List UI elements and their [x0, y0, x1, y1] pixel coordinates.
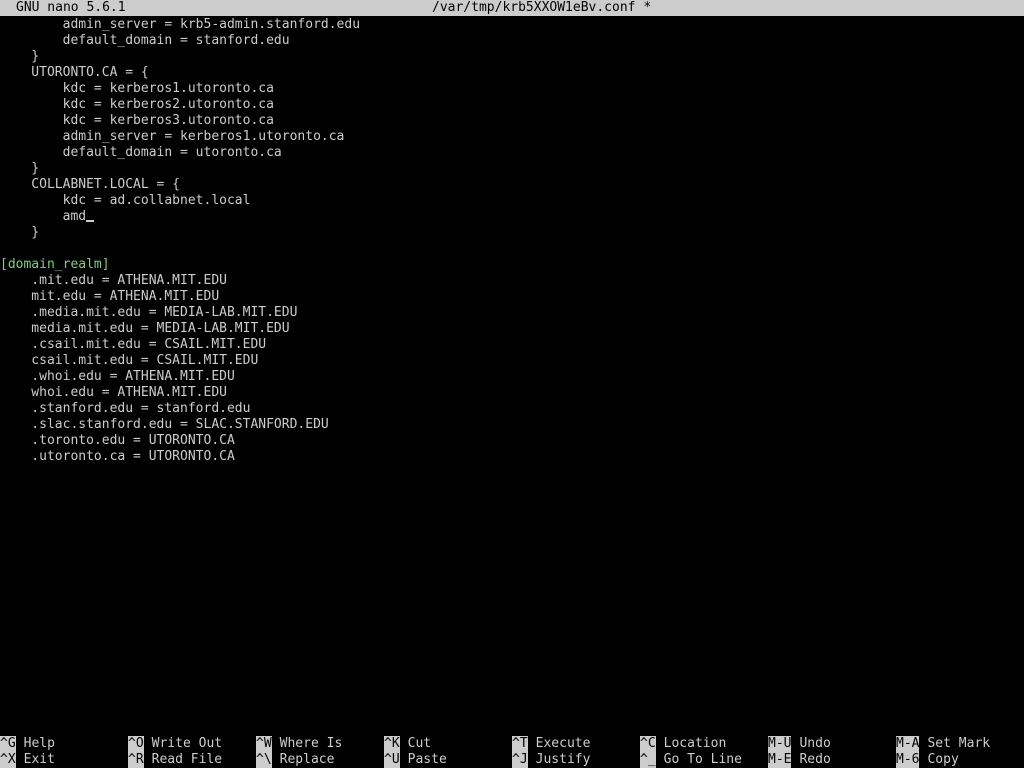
editor-line[interactable]: kdc = ad.collabnet.local: [0, 193, 251, 209]
file-name: /var/tmp/krb5XXOW1eBv.conf *: [432, 0, 652, 15]
shortcut-justify[interactable]: ^J Justify: [512, 752, 590, 768]
shortcut-label: Read File: [151, 752, 223, 767]
shortcut-redo[interactable]: M-E Redo: [768, 752, 831, 768]
editor-line[interactable]: csail.mit.edu = CSAIL.MIT.EDU: [0, 353, 258, 369]
editor-line[interactable]: whoi.edu = ATHENA.MIT.EDU: [0, 385, 227, 401]
editor-line[interactable]: .slac.stanford.edu = SLAC.STANFORD.EDU: [0, 417, 328, 433]
shortcut-label: Set Mark: [927, 736, 991, 751]
shortcut-label: Cut: [407, 736, 432, 751]
shortcut-label: Write Out: [151, 736, 223, 751]
editor-line[interactable]: .media.mit.edu = MEDIA-LAB.MIT.EDU: [0, 305, 297, 321]
shortcut-undo[interactable]: M-U Undo: [768, 736, 831, 752]
shortcut-key: ^_: [640, 752, 656, 768]
shortcut-key: M-U: [768, 736, 792, 752]
app-version: GNU nano 5.6.1: [16, 0, 126, 15]
editor-line[interactable]: COLLABNET.LOCAL = {: [0, 177, 180, 193]
editor-line[interactable]: }: [0, 161, 39, 177]
editor-line[interactable]: admin_server = krb5-admin.stanford.edu: [0, 17, 360, 33]
shortcut-key: ^K: [384, 736, 400, 752]
editor-line[interactable]: mit.edu = ATHENA.MIT.EDU: [0, 289, 219, 305]
shortcut-replace[interactable]: ^\ Replace: [256, 752, 334, 768]
editor-line[interactable]: UTORONTO.CA = {: [0, 65, 148, 81]
shortcut-key: ^X: [0, 752, 16, 768]
editor-line[interactable]: .whoi.edu = ATHENA.MIT.EDU: [0, 369, 235, 385]
editor-line[interactable]: amd: [0, 209, 95, 225]
shortcut-key: M-E: [768, 752, 792, 768]
editor-line[interactable]: kdc = kerberos2.utoronto.ca: [0, 97, 274, 113]
editor-line[interactable]: kdc = kerberos1.utoronto.ca: [0, 81, 274, 97]
shortcut-go-to-line[interactable]: ^_ Go To Line: [640, 752, 742, 768]
editor-line[interactable]: .mit.edu = ATHENA.MIT.EDU: [0, 273, 227, 289]
shortcut-label: Redo: [799, 752, 831, 767]
shortcut-key: ^G: [0, 736, 16, 752]
shortcut-label: Undo: [799, 736, 831, 751]
editor-line[interactable]: .utoronto.ca = UTORONTO.CA: [0, 449, 235, 465]
shortcut-paste[interactable]: ^U Paste: [384, 752, 447, 768]
shortcut-write-out[interactable]: ^O Write Out: [128, 736, 222, 752]
shortcut-label: Paste: [407, 752, 447, 767]
shortcut-read-file[interactable]: ^R Read File: [128, 752, 222, 768]
editor-line[interactable]: .toronto.edu = UTORONTO.CA: [0, 433, 235, 449]
shortcut-where-is[interactable]: ^W Where Is: [256, 736, 342, 752]
shortcut-label: Execute: [535, 736, 591, 751]
shortcut-help[interactable]: ^G Help: [0, 736, 55, 752]
shortcut-key: ^T: [512, 736, 528, 752]
editor-line[interactable]: admin_server = kerberos1.utoronto.ca: [0, 129, 345, 145]
shortcut-exit[interactable]: ^X Exit: [0, 752, 55, 768]
shortcut-key: ^\: [256, 752, 272, 768]
text-cursor: [86, 220, 95, 222]
editor-line[interactable]: kdc = kerberos3.utoronto.ca: [0, 113, 274, 129]
editor-text-area[interactable]: admin_server = krb5-admin.stanford.edu d…: [0, 16, 1024, 736]
shortcut-cut[interactable]: ^K Cut: [384, 736, 431, 752]
shortcut-label: Exit: [23, 752, 55, 767]
shortcut-label: Copy: [927, 752, 959, 767]
shortcut-label: Location: [663, 736, 727, 751]
shortcut-key: ^O: [128, 736, 144, 752]
editor-line[interactable]: default_domain = stanford.edu: [0, 33, 290, 49]
shortcut-label: Justify: [535, 752, 591, 767]
shortcut-execute[interactable]: ^T Execute: [512, 736, 590, 752]
shortcut-copy[interactable]: M-6 Copy: [896, 752, 959, 768]
editor-line[interactable]: .csail.mit.edu = CSAIL.MIT.EDU: [0, 337, 266, 353]
shortcut-key: ^J: [512, 752, 528, 768]
shortcut-key: ^U: [384, 752, 400, 768]
shortcut-set-mark[interactable]: M-A Set Mark: [896, 736, 990, 752]
shortcut-label: Help: [23, 736, 55, 751]
shortcut-label: Go To Line: [663, 752, 742, 767]
editor-line[interactable]: default_domain = utoronto.ca: [0, 145, 282, 161]
shortcut-key: M-6: [896, 752, 920, 768]
shortcut-location[interactable]: ^C Location: [640, 736, 726, 752]
shortcut-label: Replace: [279, 752, 335, 767]
shortcut-label: Where Is: [279, 736, 343, 751]
shortcut-key: M-A: [896, 736, 920, 752]
nano-title-bar: GNU nano 5.6.1 /var/tmp/krb5XXOW1eBv.con…: [0, 0, 1024, 16]
section-header-line[interactable]: [domain_realm]: [0, 257, 110, 273]
shortcut-key: ^C: [640, 736, 656, 752]
editor-line[interactable]: .stanford.edu = stanford.edu: [0, 401, 250, 417]
shortcut-key: ^W: [256, 736, 272, 752]
editor-line[interactable]: }: [0, 225, 39, 241]
editor-line[interactable]: }: [0, 49, 39, 65]
shortcut-bar: ^G Help ^X Exit ^O Write Out ^R Read File ^W Wher…: [0, 736, 1024, 768]
shortcut-key: ^R: [128, 752, 144, 768]
editor-line[interactable]: media.mit.edu = MEDIA-LAB.MIT.EDU: [0, 321, 289, 337]
